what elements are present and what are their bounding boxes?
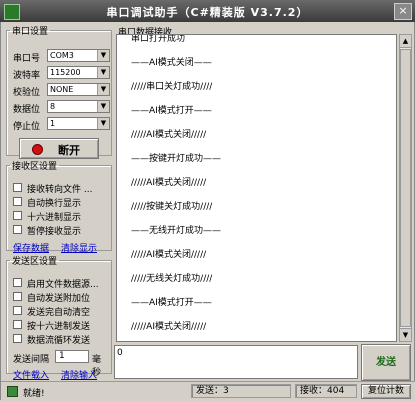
send-button[interactable]: 发送	[361, 344, 411, 381]
receive-settings-legend: 接收区设置	[12, 162, 58, 172]
auto-newline-label: 自动换行显示	[27, 199, 82, 209]
receive-line: /////AI模式关闭/////	[131, 322, 207, 332]
file-source-label: 启用文件数据源...	[27, 280, 99, 290]
main-window: 串口设置 串口号 COM3 ▼ 波特率 115200 ▼ 校验位 NONE ▼ …	[0, 22, 415, 401]
receive-line: /////AI模式关闭/////	[131, 250, 207, 260]
interval-input[interactable]: 1	[55, 350, 89, 363]
open-close-button[interactable]: 断开	[19, 138, 99, 159]
checkbox-box[interactable]	[13, 183, 22, 192]
save-data-link[interactable]: 保存数据	[13, 241, 49, 254]
chevron-down-icon[interactable]: ▼	[97, 50, 109, 61]
receive-line: /////串口关灯成功////	[131, 82, 213, 92]
stopbits-label: 停止位	[13, 122, 41, 132]
interval-row: 发送间隔 1 毫秒	[13, 350, 109, 378]
receive-panel: 串口打开成功 ——AI模式关闭—— /////串口关灯成功//// ——AI模式打开—…	[114, 34, 412, 342]
checkbox-box[interactable]	[13, 278, 22, 287]
baud-select[interactable]: 115200 ▼	[47, 66, 110, 79]
title-bar: 串口调试助手（C#精装版 V3.7.2） ×	[0, 0, 415, 22]
receive-line: ——按键开灯成功——	[131, 154, 222, 164]
receive-line: ——无线开灯成功——	[131, 226, 222, 236]
send-settings-legend: 发送区设置	[12, 257, 58, 267]
checkbox-box[interactable]	[13, 197, 22, 206]
status-text: 就绪!	[23, 389, 45, 399]
status-bar: 就绪! 发送：3 接收：404 复位计数	[1, 381, 415, 401]
scroll-thumb[interactable]	[400, 49, 411, 327]
status-indicator-icon	[32, 144, 43, 155]
receive-line: /////AI模式关闭/////	[131, 130, 207, 140]
checkbox-box[interactable]	[13, 225, 22, 234]
baud-row: 波特率 115200 ▼	[13, 66, 113, 81]
status-icon	[7, 386, 18, 397]
auto-append-label: 自动发送附加位	[27, 294, 91, 304]
receive-textarea[interactable]: 串口打开成功 ——AI模式关闭—— /////串口关灯成功//// ——AI模式打开—…	[116, 34, 397, 342]
chevron-down-icon[interactable]: ▼	[97, 118, 109, 129]
port-label: 串口号	[13, 54, 41, 64]
receive-line: /////无线关灯成功////	[131, 274, 213, 284]
parity-select[interactable]: NONE ▼	[47, 83, 110, 96]
sent-count: 发送：3	[191, 384, 291, 398]
serial-settings-legend: 串口设置	[12, 27, 49, 37]
chevron-down-icon[interactable]: ▼	[97, 84, 109, 95]
databits-label: 数据位	[13, 105, 41, 115]
received-count: 接收：404	[295, 384, 357, 398]
serial-settings-group: 串口设置 串口号 COM3 ▼ 波特率 115200 ▼ 校验位 NONE ▼ …	[6, 24, 113, 159]
port-value: COM3	[50, 51, 74, 60]
stopbits-select[interactable]: 1 ▼	[47, 117, 110, 130]
checkbox-box[interactable]	[13, 334, 22, 343]
send-links: 文件载入 清除输入	[13, 368, 109, 381]
parity-label: 校验位	[13, 88, 41, 98]
parity-value: NONE	[50, 85, 74, 94]
receive-line: ——AI模式打开——	[131, 106, 212, 116]
baud-label: 波特率	[13, 71, 41, 81]
receive-line: /////AI模式关闭/////	[131, 178, 207, 188]
checkbox-box[interactable]	[13, 320, 22, 329]
receive-line: 串口打开成功	[131, 34, 186, 44]
chevron-down-icon[interactable]: ▼	[97, 101, 109, 112]
databits-select[interactable]: 8 ▼	[47, 100, 110, 113]
send-settings-group: 发送区设置 启用文件数据源... 自动发送附加位 发送完自动清空 按十六进制发送…	[6, 254, 112, 381]
receive-line: /////按键关灯成功////	[131, 202, 213, 212]
window-title: 串口调试助手（C#精装版 V3.7.2）	[106, 6, 309, 19]
stopbits-row: 停止位 1 ▼	[13, 117, 113, 132]
databits-value: 8	[50, 102, 56, 111]
port-select[interactable]: COM3 ▼	[47, 49, 110, 62]
close-button[interactable]: ×	[394, 3, 412, 20]
hex-display-label: 十六进制显示	[27, 213, 82, 223]
reset-count-button[interactable]: 复位计数	[361, 384, 411, 399]
clear-input-link[interactable]: 清除输入	[61, 368, 97, 381]
checkbox-box[interactable]	[13, 306, 22, 315]
receive-line: ——AI模式关闭——	[131, 58, 212, 68]
scroll-up-icon[interactable]: ▲	[400, 35, 411, 48]
port-row: 串口号 COM3 ▼	[13, 49, 113, 64]
send-textarea[interactable]: 0	[114, 345, 358, 379]
databits-row: 数据位 8 ▼	[13, 100, 113, 115]
receive-scrollbar[interactable]: ▲ ▼	[399, 34, 412, 342]
checkbox-box[interactable]	[13, 211, 22, 220]
receive-links: 保存数据 清除显示	[13, 241, 109, 254]
open-close-label: 断开	[58, 144, 80, 157]
loop-send-label: 数据流循环发送	[27, 336, 91, 346]
receive-line: ——AI模式打开——	[131, 298, 212, 308]
pause-display-label: 暂停接收显示	[27, 227, 82, 237]
receive-settings-group: 接收区设置 接收转向文件 ... 自动换行显示 十六进制显示 暂停接收显示 保存…	[6, 159, 112, 254]
auto-clear-label: 发送完自动清空	[27, 308, 91, 318]
checkbox-box[interactable]	[13, 292, 22, 301]
chevron-down-icon[interactable]: ▼	[97, 67, 109, 78]
hex-send-label: 按十六进制发送	[27, 322, 91, 332]
parity-row: 校验位 NONE ▼	[13, 83, 113, 98]
interval-label: 发送间隔	[13, 355, 50, 365]
clear-display-link[interactable]: 清除显示	[61, 241, 97, 254]
stopbits-value: 1	[50, 119, 56, 128]
load-file-link[interactable]: 文件载入	[13, 368, 49, 381]
baud-value: 115200	[50, 68, 81, 77]
scroll-down-icon[interactable]: ▼	[400, 328, 411, 341]
recv-to-file-label: 接收转向文件 ...	[27, 185, 93, 195]
